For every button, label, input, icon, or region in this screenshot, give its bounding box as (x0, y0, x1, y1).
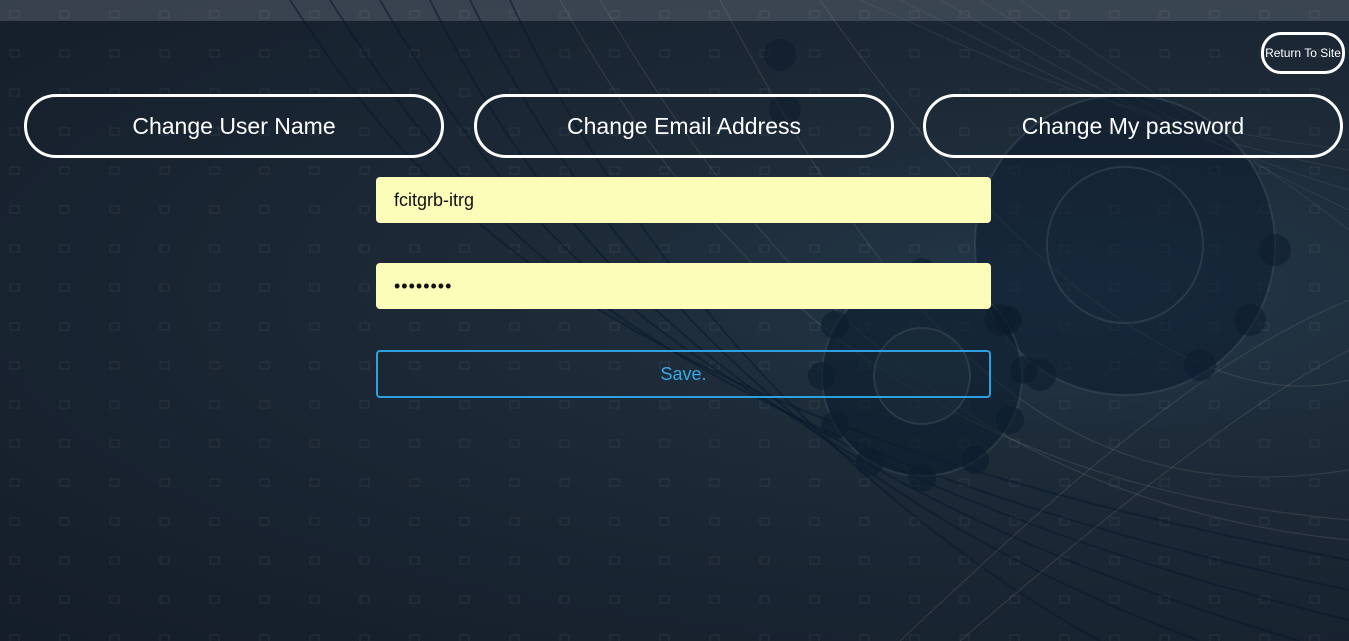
tab-change-password[interactable]: Change My password (923, 94, 1343, 158)
page: Return To Site Change User Name Change E… (0, 0, 1349, 641)
return-to-site-button[interactable]: Return To Site (1261, 32, 1345, 74)
password-input[interactable] (376, 263, 991, 309)
save-button[interactable]: Save. (376, 350, 991, 398)
tab-change-user-name[interactable]: Change User Name (24, 94, 444, 158)
tab-change-email-address[interactable]: Change Email Address (474, 94, 894, 158)
username-input[interactable] (376, 177, 991, 223)
